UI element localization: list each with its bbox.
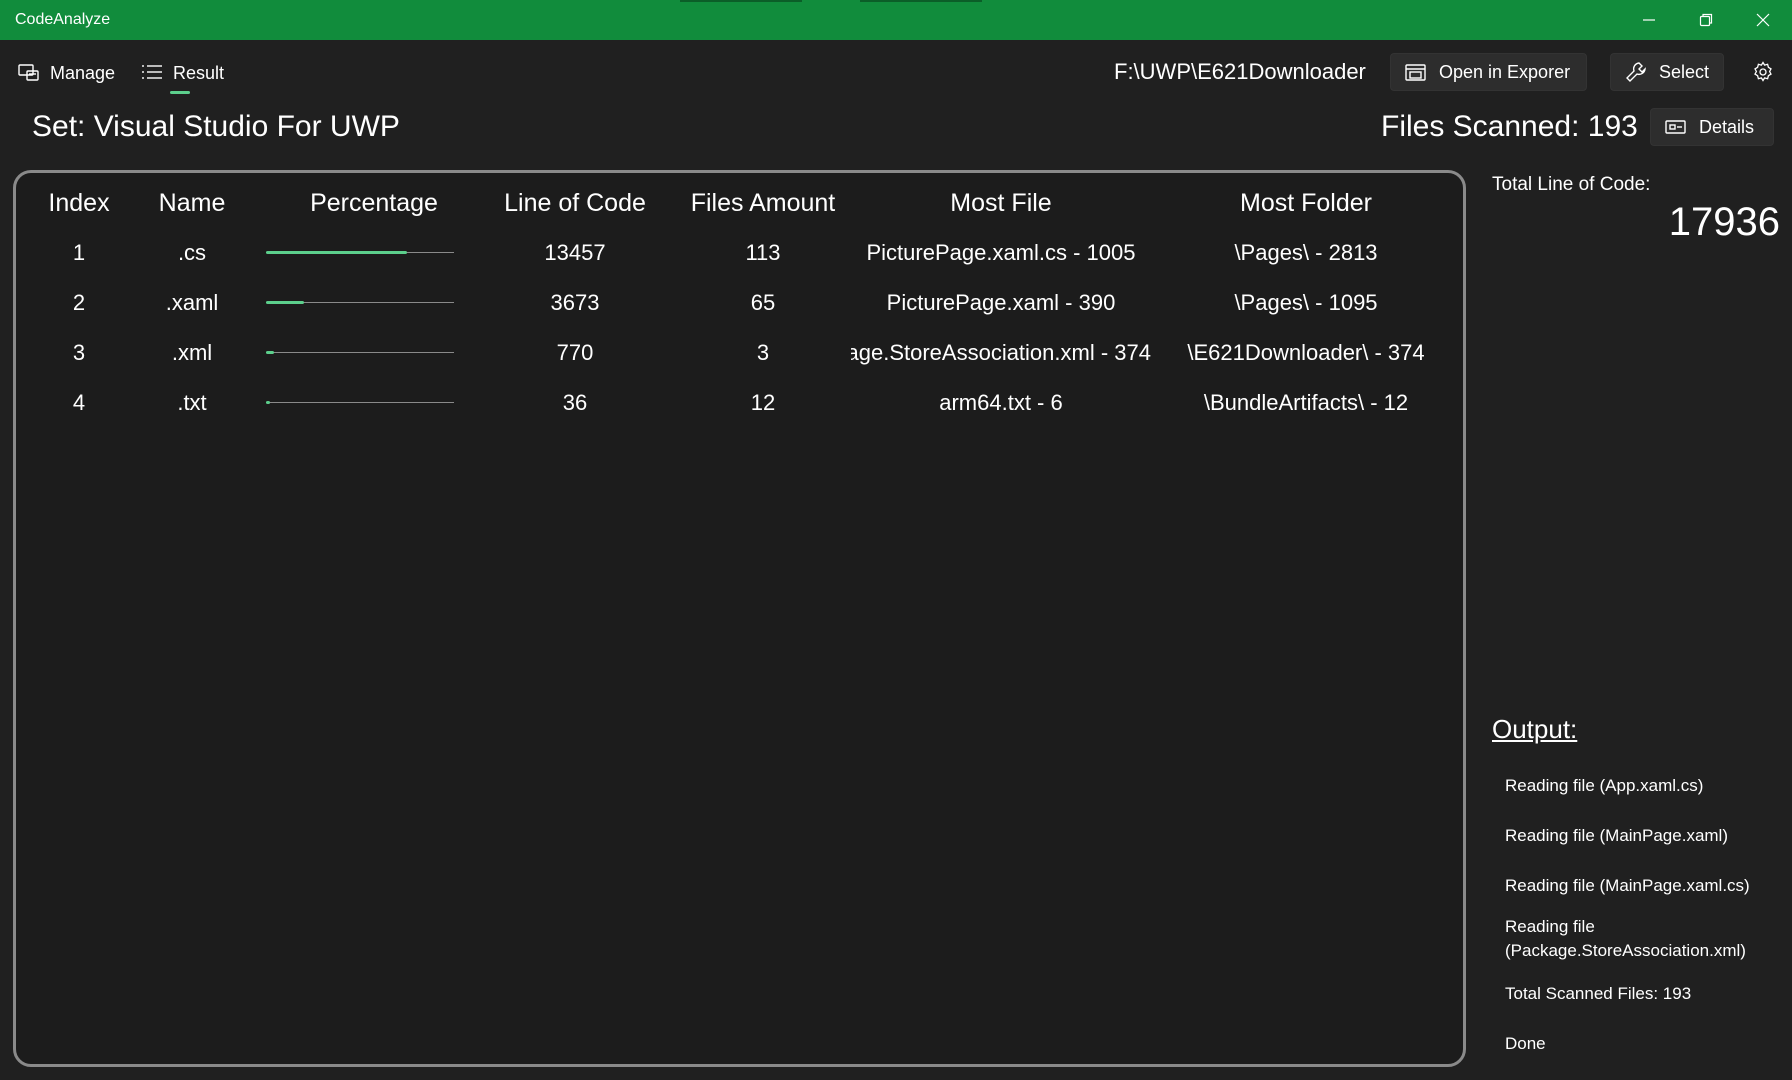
row-line-of-code: 770 <box>556 340 594 365</box>
output-line: Reading file (App.xaml.cs) <box>1505 776 1704 795</box>
output-line: Reading file (MainPage.xaml.cs) <box>1505 876 1750 895</box>
percentage-bar <box>266 388 454 418</box>
row-most-file: PicturePage.xaml - 390 <box>886 290 1116 315</box>
nav-manage[interactable]: Manage <box>18 58 115 88</box>
gear-icon <box>1754 61 1772 82</box>
settings-button[interactable] <box>1748 57 1778 87</box>
wrench-icon <box>1626 62 1646 82</box>
percentage-bar-fill <box>266 351 275 354</box>
nav-manage-label: Manage <box>50 62 116 83</box>
output-line: Done <box>1505 1034 1546 1053</box>
nav-result-label: Result <box>173 62 225 83</box>
row-most-folder: \E621Downloader\ - 374 <box>1187 340 1425 365</box>
app-title: CodeAnalyze <box>15 11 111 28</box>
row-line-of-code: 13457 <box>544 240 606 265</box>
percentage-bar-fill <box>266 401 270 404</box>
nav-result[interactable]: Result <box>141 58 224 88</box>
row-index: 2 <box>72 290 86 315</box>
column-header-percentage[interactable]: Percentage <box>259 186 489 220</box>
row-most-folder: \Pages\ - 2813 <box>1234 240 1378 265</box>
table-row[interactable]: 1 .cs 13457 113 PicturePage.xaml.cs - 10… <box>16 238 1463 288</box>
column-header-files-amount[interactable]: Files Amount <box>676 186 850 220</box>
column-header-most-folder[interactable]: Most Folder <box>1156 186 1456 220</box>
row-most-file: arm64.txt - 6 <box>939 390 1063 415</box>
results-table: Index Name Percentage Line of Code Files… <box>13 170 1466 1067</box>
total-lines-label: Total Line of Code: <box>1492 174 1651 195</box>
folder-open-icon <box>1405 64 1426 81</box>
row-line-of-code: 3673 <box>550 290 600 315</box>
output-line: Reading file (Package.StoreAssociation.x… <box>1505 917 1746 960</box>
column-header-line-of-code[interactable]: Line of Code <box>475 186 675 220</box>
select-button[interactable]: Select <box>1610 53 1724 91</box>
percentage-bar-fill <box>266 301 304 304</box>
row-index: 4 <box>72 390 86 415</box>
close-button[interactable] <box>1734 0 1791 40</box>
row-most-file: PicturePage.xaml.cs - 1005 <box>866 240 1136 265</box>
row-files-amount: 12 <box>750 390 776 415</box>
row-files-amount: 3 <box>756 340 770 365</box>
percentage-bar-fill <box>266 251 407 254</box>
minimize-button[interactable] <box>1620 0 1677 40</box>
row-name: .xml <box>171 340 213 365</box>
restore-icon <box>1699 13 1712 27</box>
percentage-bar <box>266 338 454 368</box>
row-index: 1 <box>72 240 86 265</box>
details-label: Details <box>1699 116 1755 137</box>
output-heading: Output: <box>1492 714 1578 744</box>
row-line-of-code: 36 <box>562 390 588 415</box>
table-row[interactable]: 3 .xml 770 3 Package.StoreAssociation.xm… <box>16 338 1463 388</box>
column-header-index[interactable]: Index <box>33 186 125 220</box>
set-title: Set: Visual Studio For UWP <box>32 110 400 143</box>
row-name: .xaml <box>165 290 219 315</box>
select-label: Select <box>1659 61 1710 82</box>
project-path: F:\UWP\E621Downloader <box>1114 59 1366 84</box>
row-most-file: Package.StoreAssociation.xml - 374 <box>851 340 1151 365</box>
percentage-bar-track <box>266 402 454 403</box>
total-lines-value: 17936 <box>1668 200 1780 244</box>
row-files-amount: 113 <box>745 240 781 265</box>
title-bar: CodeAnalyze <box>0 0 1792 40</box>
list-icon <box>142 65 162 79</box>
details-button[interactable]: Details <box>1650 108 1774 146</box>
row-name: .cs <box>177 240 207 265</box>
minimize-icon <box>1642 19 1655 21</box>
percentage-bar <box>266 288 454 318</box>
manage-icon <box>18 64 39 81</box>
percentage-bar <box>266 238 454 268</box>
output-line: Reading file (MainPage.xaml) <box>1505 826 1728 845</box>
column-header-name[interactable]: Name <box>126 186 258 220</box>
column-header-most-file[interactable]: Most File <box>851 186 1151 220</box>
percentage-bar-track <box>266 352 454 353</box>
nav-selected-indicator <box>170 91 190 94</box>
close-icon <box>1756 13 1769 27</box>
table-row[interactable]: 4 .txt 36 12 arm64.txt - 6 \BundleArtifa… <box>16 388 1463 438</box>
row-most-folder: \BundleArtifacts\ - 12 <box>1203 390 1409 415</box>
titlebar-drag-region-left[interactable] <box>680 0 802 2</box>
output-line: Total Scanned Files: 193 <box>1505 984 1692 1003</box>
details-icon <box>1665 120 1686 134</box>
row-most-folder: \Pages\ - 1095 <box>1234 290 1378 315</box>
files-scanned-count: Files Scanned: 193 <box>1381 110 1638 143</box>
table-row[interactable]: 2 .xaml 3673 65 PicturePage.xaml - 390 \… <box>16 288 1463 338</box>
restore-button[interactable] <box>1677 0 1734 40</box>
row-name: .txt <box>177 390 207 415</box>
open-in-explorer-button[interactable]: Open in Exporer <box>1390 53 1587 91</box>
titlebar-drag-region-right[interactable] <box>860 0 982 2</box>
row-files-amount: 65 <box>750 290 776 315</box>
open-in-explorer-label: Open in Exporer <box>1439 61 1571 82</box>
row-index: 3 <box>72 340 86 365</box>
